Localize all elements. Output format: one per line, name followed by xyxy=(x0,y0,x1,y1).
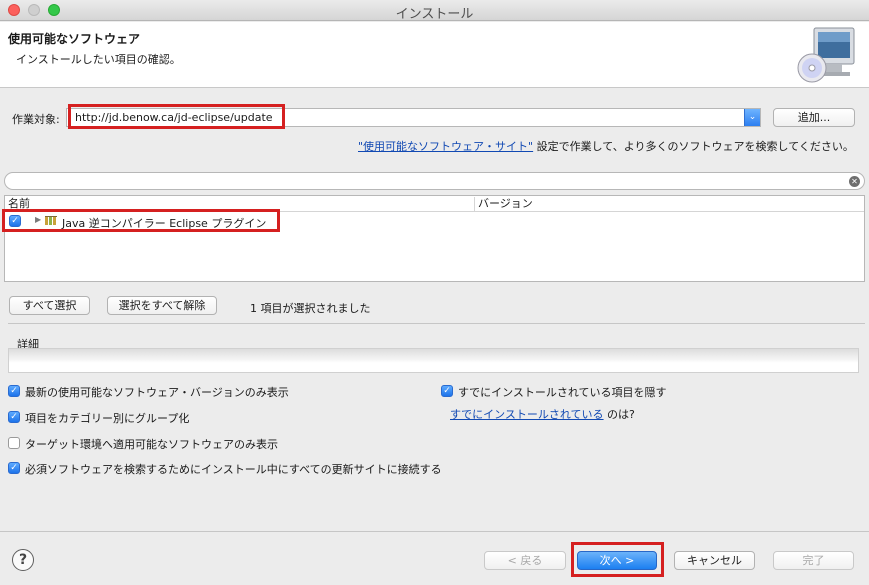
page-title: 使用可能なソフトウェア xyxy=(8,32,141,46)
footer-divider xyxy=(0,531,869,532)
column-header-version[interactable]: バージョン xyxy=(475,196,533,212)
installed-items-line: すでにインストールされている のは? xyxy=(450,406,635,422)
window-title: インストール xyxy=(395,7,474,22)
clear-icon[interactable]: ✕ xyxy=(849,176,860,187)
details-area xyxy=(8,348,859,373)
work-with-label: 作業対象: xyxy=(12,113,60,126)
highlight-box xyxy=(68,104,285,129)
divider xyxy=(8,323,865,324)
target-env-only-checkbox[interactable] xyxy=(8,437,20,449)
cd-monitor-icon xyxy=(797,27,855,83)
hide-installed-checkbox[interactable]: ✓ xyxy=(441,385,453,397)
column-divider[interactable] xyxy=(474,197,475,211)
contact-all-sites-checkbox[interactable]: ✓ xyxy=(8,462,20,474)
group-by-category-checkbox[interactable]: ✓ xyxy=(8,411,20,423)
highlight-box xyxy=(571,542,664,577)
wizard-header: 使用可能なソフトウェア インストールしたい項目の確認。 xyxy=(0,22,869,88)
latest-only-checkbox[interactable]: ✓ xyxy=(8,385,20,397)
window-titlebar: インストール xyxy=(0,0,869,22)
add-site-button[interactable]: 追加... xyxy=(773,108,855,127)
select-all-button[interactable]: すべて選択 xyxy=(9,296,90,315)
sites-hint-text: 設定で作業して、より多くのソフトウェアを検索してください。 xyxy=(533,140,854,153)
help-icon[interactable]: ? xyxy=(12,549,34,571)
sites-hint: "使用可能なソフトウェア・サイト" 設定で作業して、より多くのソフトウェアを検索… xyxy=(358,138,854,154)
installed-items-link[interactable]: すでにインストールされている xyxy=(450,408,604,421)
deselect-all-button[interactable]: 選択をすべて解除 xyxy=(107,296,217,315)
contact-all-sites-label[interactable]: 必須ソフトウェアを検索するためにインストール中にすべての更新サイトに接続する xyxy=(25,461,442,477)
cancel-button[interactable]: キャンセル xyxy=(674,551,755,570)
hide-installed-label[interactable]: すでにインストールされている項目を隠す xyxy=(458,384,667,400)
target-env-only-label[interactable]: ターゲット環境へ適用可能なソフトウェアのみ表示 xyxy=(25,436,278,452)
back-button[interactable]: < 戻る xyxy=(484,551,566,570)
available-sites-link[interactable]: "使用可能なソフトウェア・サイト" xyxy=(358,140,533,153)
group-by-category-label[interactable]: 項目をカテゴリー別にグループ化 xyxy=(25,410,189,426)
page-subtitle: インストールしたい項目の確認。 xyxy=(16,53,181,66)
highlight-box xyxy=(2,209,280,232)
selection-status: 1 項目が選択されました xyxy=(250,302,371,315)
latest-only-label[interactable]: 最新の使用可能なソフトウェア・バージョンのみ表示 xyxy=(25,384,289,400)
installed-items-suffix: のは? xyxy=(603,408,635,421)
filter-input[interactable]: ✕ xyxy=(4,172,865,190)
chevron-down-icon[interactable]: ⌄ xyxy=(744,109,760,126)
finish-button[interactable]: 完了 xyxy=(773,551,854,570)
